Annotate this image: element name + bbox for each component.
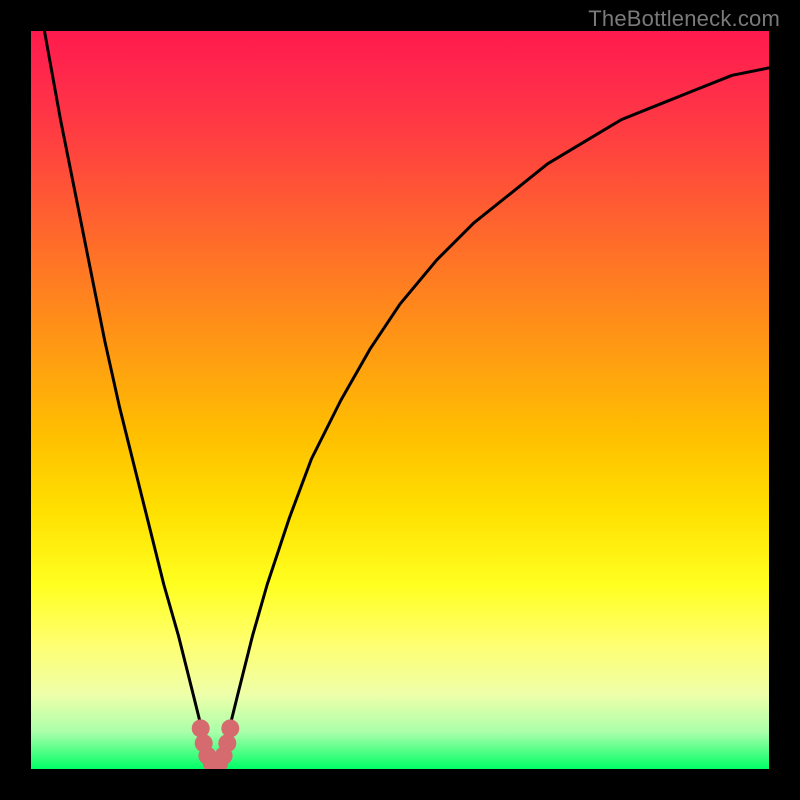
- marker-cluster: [192, 719, 240, 769]
- marker-dot: [221, 719, 239, 737]
- chart-frame: TheBottleneck.com: [0, 0, 800, 800]
- plot-area: [31, 31, 769, 769]
- marker-dot: [218, 734, 236, 752]
- marker-dot: [192, 719, 210, 737]
- watermark-text: TheBottleneck.com: [588, 6, 780, 32]
- bottleneck-curve: [31, 31, 769, 762]
- curve-layer: [31, 31, 769, 769]
